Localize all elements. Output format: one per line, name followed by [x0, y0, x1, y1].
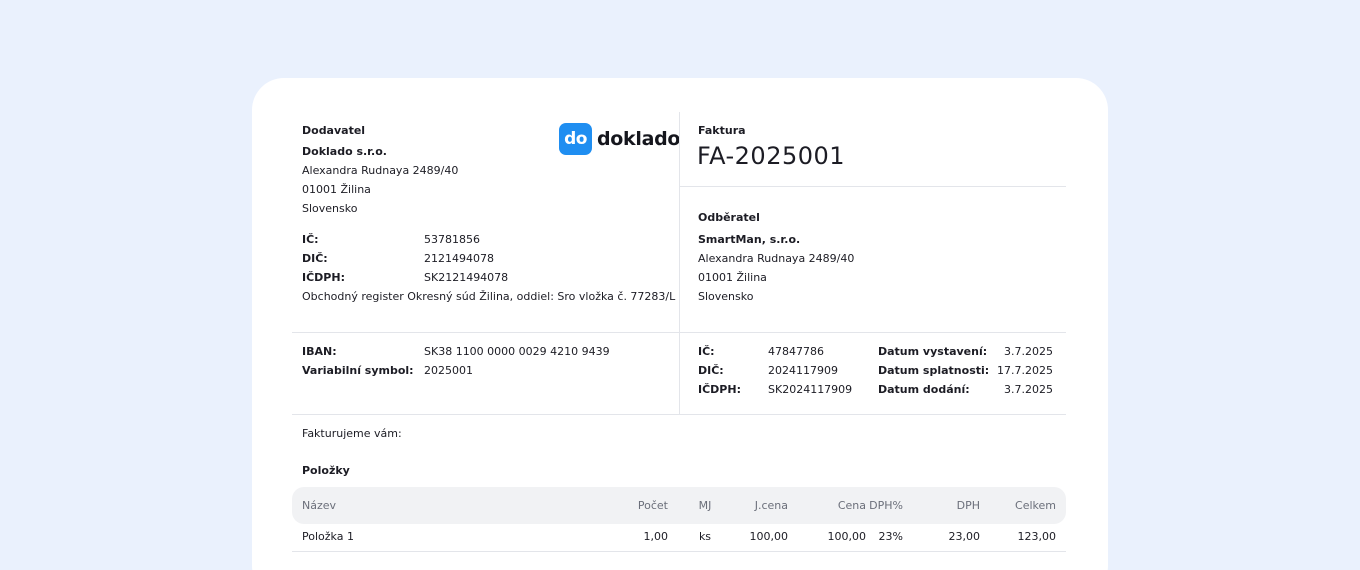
invoice-document: Dodavatel Doklado s.r.o. Alexandra Rudna… — [252, 78, 1108, 570]
variable-symbol-label: Variabilní symbol: — [302, 364, 414, 377]
due-date-value: 17.7.2025 — [997, 364, 1053, 377]
col-unit-price: J.cena — [754, 499, 788, 512]
supplier-dic-label: DIČ: — [302, 252, 328, 265]
col-name: Název — [302, 499, 337, 512]
table-row-divider — [292, 551, 1066, 552]
delivery-date-value: 3.7.2025 — [1004, 383, 1053, 396]
details-section-divider — [292, 414, 1066, 415]
invoice-number: FA-2025001 — [697, 142, 846, 170]
customer-name: SmartMan, s.r.o. — [698, 233, 801, 246]
doklado-logo: do doklado — [559, 123, 680, 155]
column-divider — [679, 112, 680, 414]
row-unit-price: 100,00 — [749, 530, 789, 543]
supplier-register: Obchodný register Okresný súd Žilina, od… — [302, 290, 676, 303]
intro-text: Fakturujeme vám: — [302, 427, 402, 440]
customer-city: 01001 Žilina — [698, 271, 767, 284]
supplier-icdph: SK2121494078 — [424, 271, 509, 284]
supplier-street: Alexandra Rudnaya 2489/40 — [302, 164, 459, 177]
row-total: 123,00 — [1017, 530, 1057, 543]
customer-dic-label: DIČ: — [698, 364, 724, 377]
supplier-country: Slovensko — [302, 202, 358, 215]
row-vat-rate: 23% — [878, 530, 903, 543]
row-unit: ks — [698, 530, 712, 543]
row-quantity: 1,00 — [643, 530, 669, 543]
customer-street: Alexandra Rudnaya 2489/40 — [698, 252, 855, 265]
items-heading: Položky — [302, 464, 350, 477]
customer-country: Slovensko — [698, 290, 754, 303]
supplier-heading: Dodavatel — [302, 124, 366, 137]
supplier-icdph-label: IČDPH: — [302, 271, 345, 284]
issued-date-value: 3.7.2025 — [1004, 345, 1053, 358]
col-vat-rate: DPH% — [869, 499, 903, 512]
iban-label: IBAN: — [302, 345, 337, 358]
customer-dic: 2024117909 — [768, 364, 838, 377]
row-vat: 23,00 — [948, 530, 981, 543]
variable-symbol-value: 2025001 — [424, 364, 473, 377]
supplier-ico: 53781856 — [424, 233, 480, 246]
supplier-ico-label: IČ: — [302, 233, 319, 246]
supplier-city: 01001 Žilina — [302, 183, 371, 196]
col-vat: DPH — [956, 499, 980, 512]
col-total: Celkem — [1015, 499, 1056, 512]
customer-heading: Odběratel — [698, 211, 760, 224]
supplier-name: Doklado s.r.o. — [302, 145, 387, 158]
iban-value: SK38 1100 0000 0029 4210 9439 — [424, 345, 610, 358]
items-table-header: Název Počet MJ J.cena Cena DPH% DPH Celk… — [292, 487, 1066, 524]
supplier-dic: 2121494078 — [424, 252, 494, 265]
address-section-divider — [292, 332, 1066, 333]
customer-icdph: SK2024117909 — [768, 383, 853, 396]
customer-ico: 47847786 — [768, 345, 824, 358]
invoice-heading-divider — [680, 186, 1066, 187]
customer-icdph-label: IČDPH: — [698, 383, 741, 396]
col-quantity: Počet — [637, 499, 668, 512]
customer-ico-label: IČ: — [698, 345, 715, 358]
col-unit: MJ — [698, 499, 712, 512]
logo-wordmark: doklado — [597, 128, 681, 150]
row-name: Položka 1 — [302, 530, 354, 543]
logo-badge: do — [559, 123, 592, 155]
invoice-heading: Faktura — [698, 124, 746, 137]
